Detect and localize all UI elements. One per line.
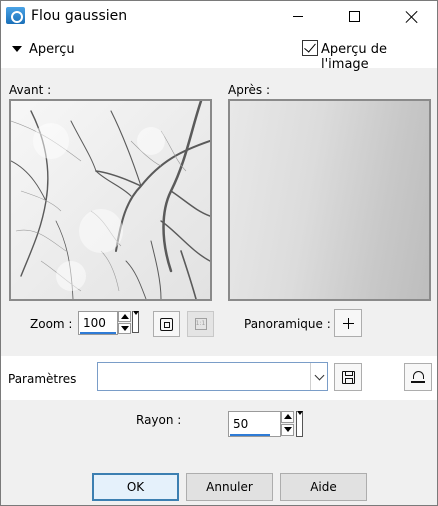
actual-size-button[interactable]: 1:1 [187,311,214,337]
after-preview[interactable] [228,99,431,301]
move-icon [342,317,354,329]
maximize-button[interactable] [331,1,377,32]
close-icon [405,10,419,24]
radius-spinner [281,411,294,436]
radius-underline [230,434,270,436]
params-label: Paramètres [8,372,77,386]
save-preset-button[interactable] [334,363,362,391]
window-title: Flou gaussien [31,8,128,24]
zoom-up-button[interactable] [118,311,131,322]
cancel-button[interactable]: Annuler [186,473,273,501]
reset-icon [411,371,425,383]
radius-down-button[interactable] [281,424,294,436]
radius-slider-button[interactable] [296,411,303,437]
preset-combobox[interactable] [97,362,328,391]
actual-size-icon: 1:1 [194,318,207,330]
maximize-icon [348,11,360,22]
help-button[interactable]: Aide [280,473,367,501]
fit-to-window-icon [160,317,173,331]
before-label: Avant : [9,83,52,97]
zoom-slider-button[interactable] [132,311,139,333]
zoom-underline [80,332,116,334]
zoom-label: Zoom : [30,317,73,331]
pan-label: Panoramique : [244,317,331,331]
before-preview[interactable] [9,99,212,301]
ok-button[interactable]: OK [92,473,179,501]
image-preview-label[interactable]: Aperçu de l'image [321,42,437,72]
after-label: Après : [228,83,270,97]
collapse-toggle-icon[interactable] [12,46,22,52]
preview-section-label[interactable]: Aperçu [29,42,75,57]
zoom-down-button[interactable] [118,323,131,334]
save-icon [341,370,355,384]
before-image [11,101,210,299]
reset-button[interactable] [404,363,432,391]
app-icon [6,7,25,24]
zoom-spinner [118,311,131,334]
dialog-window: Flou gaussien Aperçu Aperçu de l'image A… [0,0,438,506]
minimize-icon [293,16,303,17]
fit-to-window-button[interactable] [153,311,180,337]
title-bar[interactable]: Flou gaussien [1,1,437,32]
radius-label: Rayon : [136,413,182,427]
image-preview-checkbox[interactable] [302,40,318,56]
close-button[interactable] [389,1,435,32]
pan-button[interactable] [334,309,362,337]
preview-header: Aperçu Aperçu de l'image [1,32,437,72]
minimize-button[interactable] [275,1,321,32]
chevron-down-icon[interactable] [310,363,327,390]
radius-up-button[interactable] [281,411,294,423]
